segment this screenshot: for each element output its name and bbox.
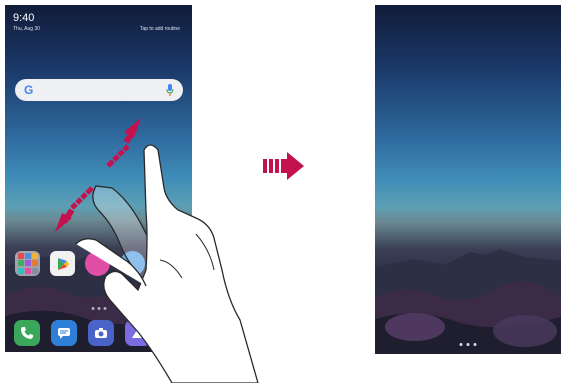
folder-icon[interactable] — [15, 251, 40, 276]
google-logo: G — [24, 83, 34, 97]
date: Thu, Aug 30 — [13, 26, 40, 32]
camera-icon[interactable] — [88, 320, 114, 346]
phone-icon[interactable] — [14, 320, 40, 346]
page-indicator — [91, 307, 106, 310]
gallery-icon[interactable] — [125, 320, 151, 346]
messages-icon[interactable] — [51, 320, 77, 346]
dock — [14, 320, 151, 346]
search-bar[interactable]: G — [15, 79, 183, 101]
app-row — [15, 251, 145, 276]
arrow-right-icon — [263, 152, 304, 180]
app-icon[interactable] — [120, 251, 145, 276]
app-icon[interactable] — [85, 251, 110, 276]
home-screen: 9:40 Thu, Aug 30 Tap to add routine G — [5, 5, 192, 352]
routine-link[interactable]: Tap to add routine — [140, 26, 180, 32]
wallpaper-preview — [375, 5, 561, 354]
mic-icon[interactable] — [166, 84, 174, 96]
clock: 9:40 — [13, 12, 35, 24]
page-indicator — [459, 343, 477, 346]
play-store-icon[interactable] — [50, 251, 75, 276]
wallpaper-landscape — [375, 248, 561, 354]
